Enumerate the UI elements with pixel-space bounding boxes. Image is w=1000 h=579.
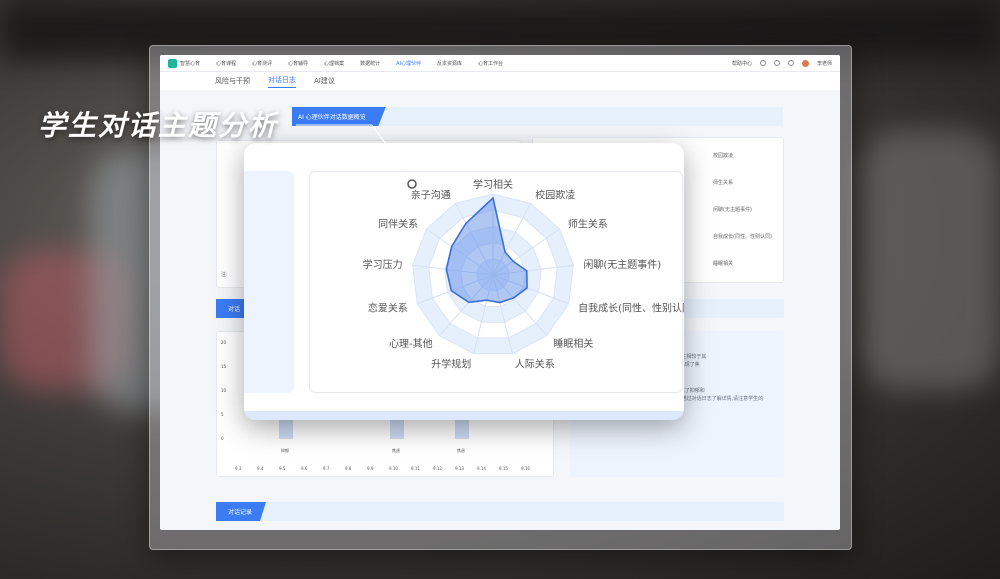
app-logo[interactable]: 智慧心育 bbox=[168, 58, 216, 68]
x-tick: 9.14 bbox=[477, 466, 486, 471]
y-tick: 5 bbox=[221, 412, 224, 417]
legend-item: 校园欺凌 bbox=[713, 153, 734, 159]
radar-zoom-popup: 学习相关校园欺凌师生关系闲聊(无主题事件) 自我成长(同性、性别认同) 睡眠相关人际… bbox=[244, 143, 684, 420]
records-section-bar: 对话记录 bbox=[216, 502, 784, 521]
radar-axis-label: 恋爱关系 bbox=[368, 301, 408, 314]
radar-axis-label: 校园欺凌 bbox=[535, 188, 575, 201]
trend-y-axis: 20 15 10 5 0 bbox=[221, 340, 226, 460]
nav-menu: 心育课程 心育测评 心育辅导 心理档案 数据统计 AI心理伙伴 反本资源库 心育工作台 bbox=[216, 60, 519, 67]
overview-section-title: AI 心理伙伴对话数据概览 bbox=[298, 114, 366, 121]
nav-item[interactable]: AI心理伙伴 bbox=[396, 60, 421, 67]
nav-item[interactable]: 心理档案 bbox=[324, 60, 344, 67]
background-blur-right bbox=[860, 130, 1000, 390]
user-name[interactable]: 李老师 bbox=[817, 60, 832, 67]
trend-bar-label: 抑郁 bbox=[281, 448, 289, 453]
x-tick: 9.5 bbox=[279, 466, 286, 471]
settings-icon[interactable] bbox=[759, 60, 766, 66]
x-tick: 9.15 bbox=[499, 466, 508, 471]
trend-bar-label: 焦虑 bbox=[392, 448, 400, 453]
radar-axis-label: 同伴关系 bbox=[378, 217, 418, 230]
subtab[interactable]: AI建议 bbox=[314, 76, 335, 86]
radar-axis-label: 闲聊(无主题事件) bbox=[583, 258, 661, 271]
notification-icon[interactable] bbox=[773, 60, 780, 66]
radar-axis-label: 学习相关 bbox=[473, 178, 513, 191]
x-tick: 9.9 bbox=[367, 466, 374, 471]
x-tick: 9.7 bbox=[323, 466, 330, 471]
headline: 学生对话主题分析 bbox=[38, 109, 279, 142]
logo-icon bbox=[168, 58, 177, 68]
x-tick: 9.12 bbox=[433, 466, 442, 471]
overview-section-tag: AI 心理伙伴对话数据概览 bbox=[292, 107, 386, 126]
radar-axis-label: 自我成长(同性、性别认同) bbox=[578, 301, 684, 314]
nav-item[interactable]: 数据统计 bbox=[360, 60, 380, 67]
radar-axis-label: 睡眠相关 bbox=[553, 337, 593, 350]
legend-item: 自我成长(同性、性别认同) bbox=[713, 234, 772, 240]
nav-item[interactable]: 反本资源库 bbox=[437, 60, 462, 67]
radar-axis-label: 升学规划 bbox=[431, 357, 471, 370]
y-tick: 20 bbox=[221, 340, 227, 345]
popup-bottom-strip bbox=[244, 411, 684, 420]
subtab[interactable]: 风险与干预 bbox=[215, 76, 250, 86]
nav-right: 帮助中心 李老师 bbox=[732, 59, 832, 67]
x-tick: 9.8 bbox=[345, 466, 352, 471]
x-tick: 9.11 bbox=[411, 466, 420, 471]
x-tick: 9.10 bbox=[389, 466, 398, 471]
legend-item: 师生关系 bbox=[713, 180, 734, 186]
nav-item[interactable]: 心育辅导 bbox=[288, 60, 308, 67]
y-tick: 10 bbox=[221, 388, 227, 393]
x-tick: 9.13 bbox=[455, 466, 464, 471]
help-center-link[interactable]: 帮助中心 bbox=[732, 60, 752, 67]
avatar[interactable] bbox=[801, 59, 809, 67]
topic-legend: 校园欺凌师生关系闲聊(无主题事件) 自我成长(同性、性别认同) 睡眠相关 bbox=[713, 152, 772, 287]
subtab-bar: 风险与干预 对话日志 AI建议 bbox=[160, 72, 840, 90]
radar-axis-label: 学习压力 bbox=[363, 258, 403, 271]
legend-item: 睡眠相关 bbox=[713, 261, 734, 267]
legend-item: 闲聊(无主题事件) bbox=[713, 207, 752, 213]
y-tick: 15 bbox=[221, 364, 227, 369]
overview-note: 注: bbox=[221, 272, 228, 278]
x-tick: 9.3 bbox=[235, 466, 242, 471]
records-section-tag: 对话记录 bbox=[216, 502, 267, 521]
radar-axis-label: 人际关系 bbox=[515, 357, 555, 370]
x-tick: 9.16 bbox=[521, 466, 530, 471]
radar-chart: 学习相关校园欺凌师生关系闲聊(无主题事件) 自我成长(同性、性别认同) 睡眠相关人际… bbox=[363, 178, 684, 370]
nav-item[interactable]: 心育测评 bbox=[252, 60, 272, 67]
radar-axis-label: 亲子沟通 bbox=[411, 188, 451, 201]
nav-item[interactable]: 心育课程 bbox=[216, 60, 236, 67]
trend-bar-label: 焦虑 bbox=[457, 448, 465, 453]
radar-axis-label: 心理-其他 bbox=[389, 337, 433, 350]
y-tick: 0 bbox=[221, 436, 224, 441]
subtab[interactable]: 对话日志 bbox=[268, 75, 296, 88]
menu-icon[interactable] bbox=[787, 60, 794, 66]
radar-axis-label: 师生关系 bbox=[568, 217, 608, 230]
app-name: 智慧心育 bbox=[180, 60, 201, 67]
top-nav: 智慧心育 心育课程 心育测评 心育辅导 心理档案 数据统计 AI心理伙伴 反本资源库 心育工作… bbox=[160, 55, 840, 72]
nav-item[interactable]: 心育工作台 bbox=[478, 60, 503, 67]
x-tick: 9.4 bbox=[257, 466, 264, 471]
x-tick: 9.6 bbox=[301, 466, 308, 471]
